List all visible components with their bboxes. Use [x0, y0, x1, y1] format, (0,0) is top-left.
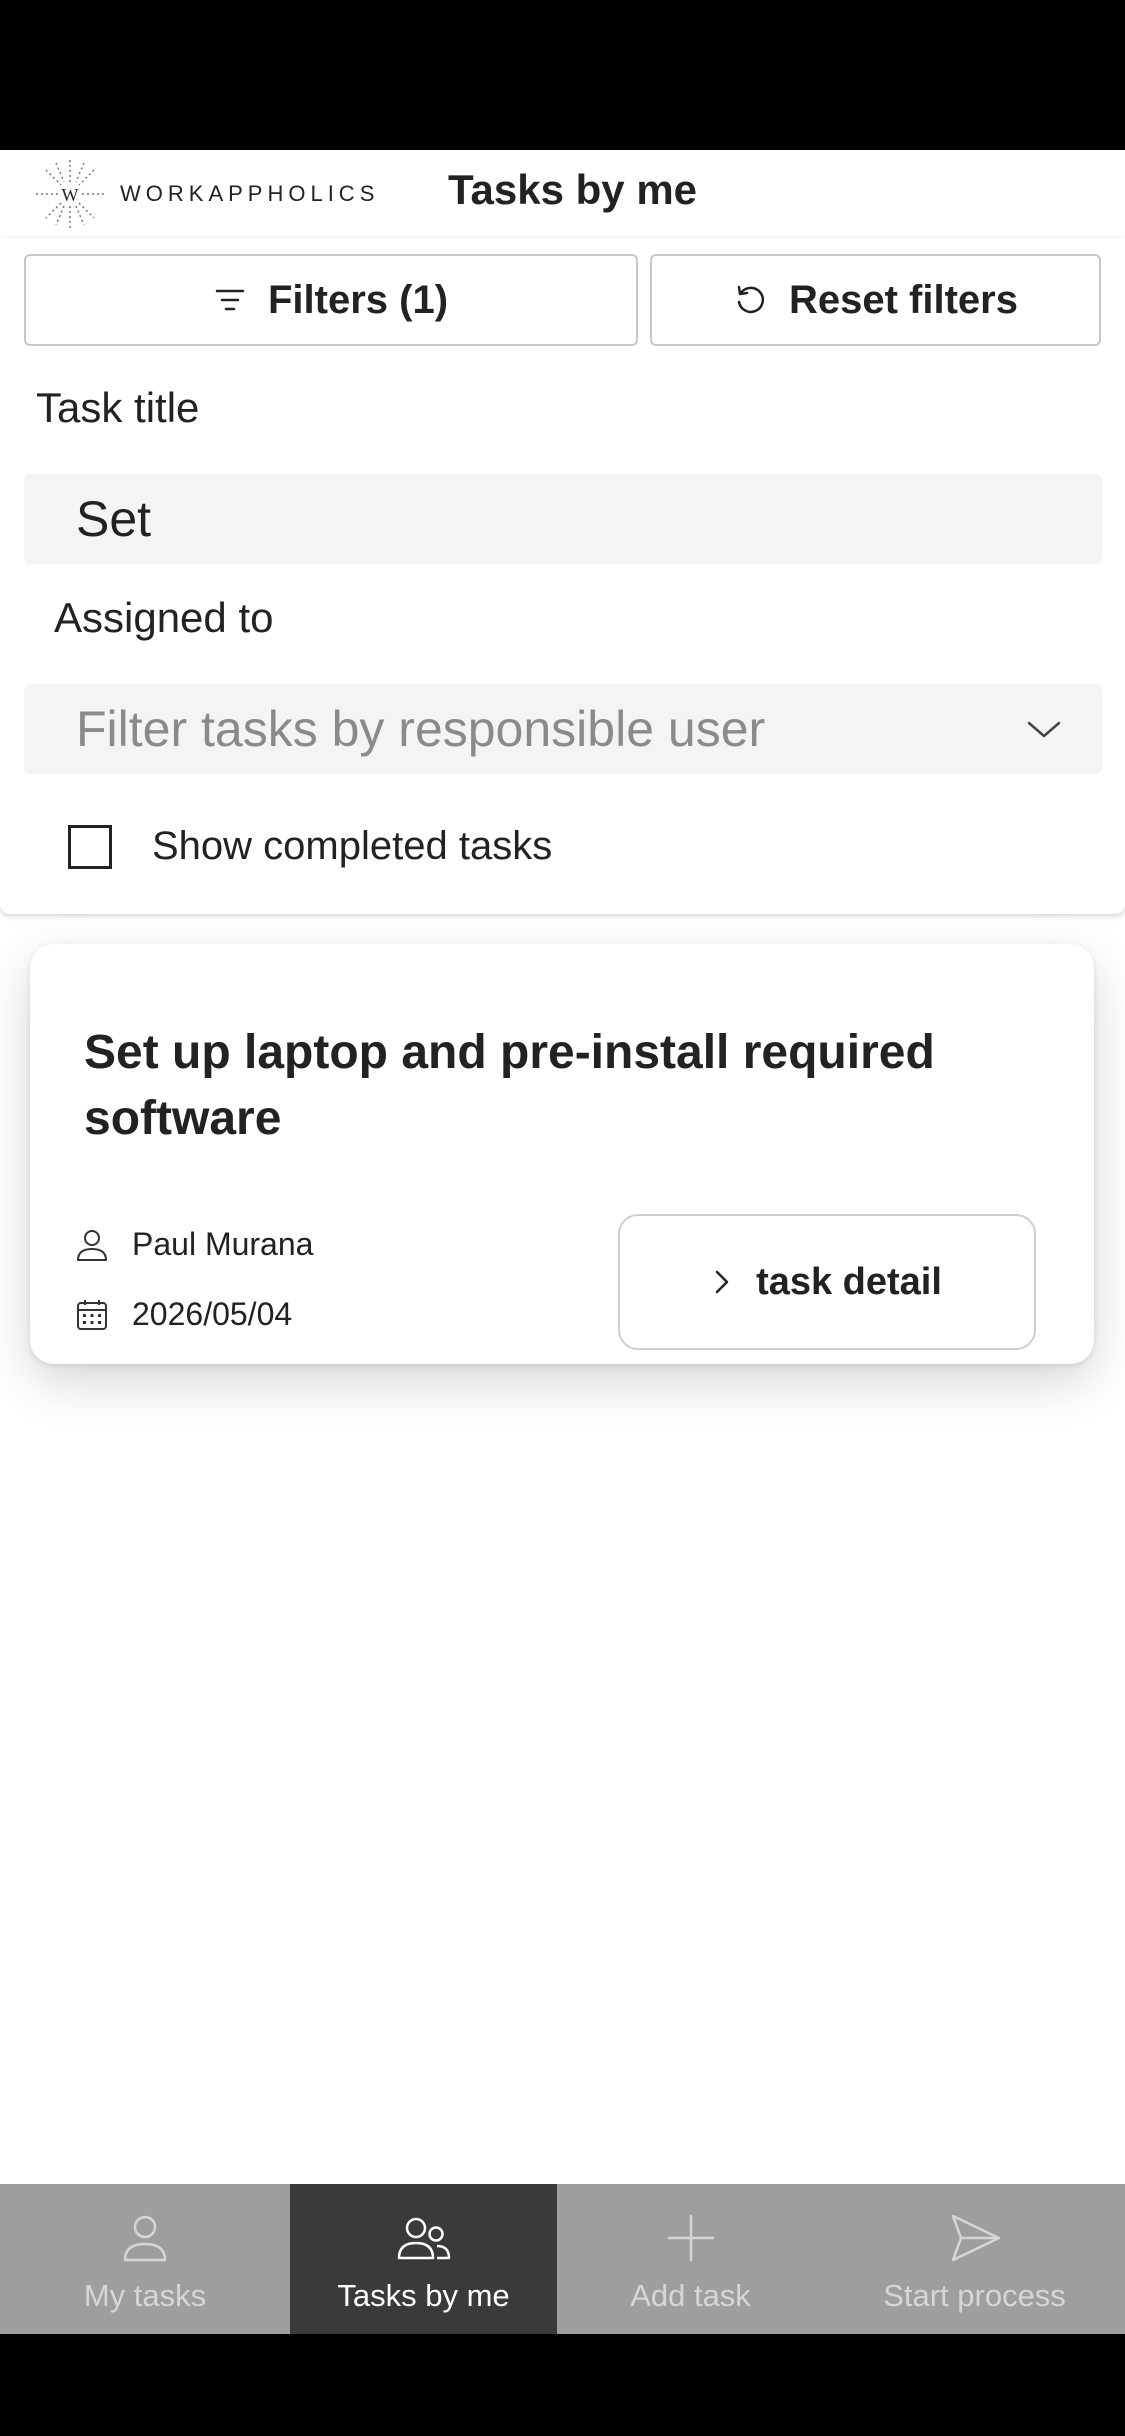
logo: W WORKAPPHOLICS [30, 158, 379, 230]
filter-icon [215, 289, 245, 311]
show-completed-checkbox[interactable] [68, 824, 112, 869]
bottom-tab-bar: My tasks Tasks by me Add task Start proc… [0, 2184, 1125, 2334]
reset-filters-button[interactable]: Reset filters [650, 254, 1101, 346]
chevron-down-icon [1027, 721, 1061, 738]
user-icon [123, 2215, 167, 2262]
tab-my-tasks[interactable]: My tasks [0, 2184, 290, 2334]
task-due-date: 2026/05/04 [74, 1296, 292, 1333]
task-title: Set up laptop and pre-install required s… [84, 1026, 935, 1145]
tab-add-task[interactable]: Add task [557, 2184, 824, 2334]
calendar-icon [77, 1299, 107, 1330]
assignee-name: Paul Murana [132, 1226, 314, 1262]
filters-button-label: Filters (1) [267, 277, 449, 322]
logo-text: WORKAPPHOLICS [120, 181, 380, 206]
logo-letter: W [62, 185, 79, 205]
tab-start-process[interactable]: Start process [824, 2184, 1125, 2334]
tab-tasks-by-me[interactable]: Tasks by me [290, 2184, 557, 2334]
tab-my-tasks-label: My tasks [83, 2278, 207, 2313]
reset-filters-label: Reset filters [789, 277, 1018, 322]
plus-icon [667, 2214, 714, 2262]
user-icon [77, 1229, 107, 1261]
tab-tasks-by-me-label: Tasks by me [337, 2278, 510, 2313]
reset-icon [737, 285, 765, 314]
task-title-input[interactable]: Set [24, 474, 1102, 564]
assigned-to-label: Assigned to [54, 594, 274, 641]
tab-add-task-label: Add task [630, 2278, 751, 2313]
assigned-to-select[interactable]: Filter tasks by responsible user [24, 684, 1102, 774]
due-date-text: 2026/05/04 [132, 1296, 293, 1332]
page-title: Tasks by me [448, 166, 698, 213]
tab-start-process-label: Start process [883, 2278, 1066, 2313]
task-title-label: Task title [36, 384, 200, 431]
system-navigation-bar [0, 2334, 1125, 2436]
app-header: W WORKAPPHOLICS Tasks by me [0, 150, 1125, 236]
task-assignee: Paul Murana [74, 1226, 313, 1263]
show-completed-row[interactable]: Show completed tasks [68, 824, 552, 869]
show-completed-label: Show completed tasks [152, 824, 553, 868]
assigned-to-placeholder: Filter tasks by responsible user [76, 701, 766, 757]
task-detail-label: task detail [756, 1260, 942, 1303]
send-icon [951, 2214, 1000, 2262]
logo-mark-icon: W [36, 160, 104, 228]
chevron-right-icon [715, 1270, 729, 1294]
task-detail-button[interactable]: task detail [618, 1214, 1036, 1350]
task-card[interactable]: Set up laptop and pre-install required s… [30, 944, 1094, 1364]
filters-button[interactable]: Filters (1) [24, 254, 638, 346]
status-bar [0, 0, 1125, 150]
users-icon [397, 2217, 450, 2260]
filter-panel: Filters (1) Reset filters Task title Set… [0, 238, 1125, 914]
